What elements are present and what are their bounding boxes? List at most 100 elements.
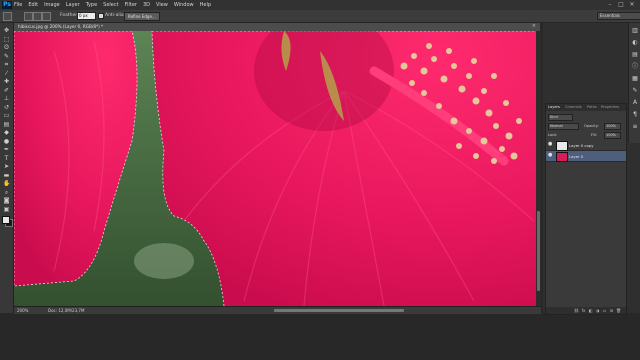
menu-filter[interactable]: Filter xyxy=(125,2,137,8)
layers-panel: Layers Channels Paths Properties Kind No… xyxy=(545,103,627,315)
layer-comps-icon[interactable]: ≡ xyxy=(631,123,639,131)
blur-icon[interactable]: ◆ xyxy=(3,129,10,136)
tab-channels[interactable]: Channels xyxy=(565,105,582,109)
move-icon[interactable]: ✥ xyxy=(3,27,10,34)
eraser-icon-glyph: ▭ xyxy=(3,112,10,119)
subtract-selection-icon[interactable] xyxy=(42,12,51,21)
new-selection-icon[interactable] xyxy=(24,12,33,21)
add-mask-icon[interactable]: ◧ xyxy=(588,308,593,313)
menu-window[interactable]: Window xyxy=(174,2,194,8)
path-select-icon[interactable]: ➤ xyxy=(3,163,10,170)
workspace-dropdown[interactable]: Essentials xyxy=(597,12,640,20)
menu-image[interactable]: Image xyxy=(44,2,60,8)
layer-filter-dropdown[interactable]: Kind xyxy=(548,114,573,121)
horizontal-scroll-thumb[interactable] xyxy=(274,309,404,312)
screen-mode-icon-glyph: ▣ xyxy=(3,205,10,213)
quick-select-icon[interactable]: ✎ xyxy=(3,53,10,60)
crop-icon-glyph: ⌗ xyxy=(4,61,9,68)
brush-panel-icon[interactable]: ✎ xyxy=(631,87,639,95)
visibility-eye-icon[interactable]: ● xyxy=(548,153,553,158)
layer-name: Layer 0 xyxy=(569,154,584,159)
history-brush-icon-glyph: ↺ xyxy=(3,103,10,111)
tab-properties[interactable]: Properties xyxy=(601,105,619,109)
new-group-icon[interactable]: ▭ xyxy=(602,308,607,313)
character-icon[interactable]: A xyxy=(631,99,639,107)
tab-paths[interactable]: Paths xyxy=(587,105,597,109)
brush-icon[interactable]: ✐ xyxy=(3,87,10,94)
gradient-icon[interactable]: ▤ xyxy=(3,121,10,128)
close-tab-icon[interactable]: × xyxy=(532,23,536,29)
history-brush-icon[interactable]: ↺ xyxy=(3,104,10,111)
eraser-icon[interactable]: ▭ xyxy=(3,112,10,119)
options-bar: Feather: 0 px Anti-alias Refine Edge... … xyxy=(0,10,640,23)
eyedropper-icon[interactable]: ⁄ xyxy=(3,70,10,77)
quick-mask-icon-glyph: ◙ xyxy=(3,197,10,204)
marquee-icon-glyph: ⬚ xyxy=(3,35,10,43)
link-layers-icon[interactable]: ⛓ xyxy=(574,308,579,313)
zoom-icon-glyph: ⌕ xyxy=(4,188,9,196)
document-title: hibiscus.jpg @ 200% (Layer 0, RGB/8*) * xyxy=(18,24,104,29)
swatches-icon[interactable]: ▤ xyxy=(631,51,639,59)
zoom-level[interactable]: 200% xyxy=(17,308,28,313)
quick-mask-icon[interactable]: ◙ xyxy=(3,197,10,204)
crop-icon[interactable]: ⌗ xyxy=(3,61,10,68)
tab-layers[interactable]: Layers xyxy=(548,105,560,109)
hibiscus-image xyxy=(14,31,536,306)
vertical-scroll-thumb[interactable] xyxy=(537,211,540,291)
adjustment-layer-icon[interactable]: ◑ xyxy=(595,308,600,313)
menu-file[interactable]: File xyxy=(14,2,22,8)
menu-edit[interactable]: Edit xyxy=(28,2,38,8)
menu-help[interactable]: Help xyxy=(200,2,211,8)
shape-icon[interactable]: ▬ xyxy=(3,172,10,179)
refine-edge-button[interactable]: Refine Edge... xyxy=(124,12,160,21)
menu-3d[interactable]: 3D xyxy=(143,2,150,8)
feather-input[interactable]: 0 px xyxy=(77,12,96,20)
anti-alias-checkbox[interactable] xyxy=(98,13,104,19)
fill-input[interactable]: 100% xyxy=(604,132,621,139)
minimize-icon[interactable]: – xyxy=(606,1,614,8)
blend-mode-dropdown[interactable]: Normal xyxy=(548,123,579,130)
tool-preset-icon[interactable] xyxy=(3,12,12,21)
hand-icon[interactable]: ✋ xyxy=(3,180,10,187)
layer-style-icon[interactable]: fx xyxy=(581,308,586,313)
lasso-icon[interactable]: ʘ xyxy=(3,44,10,51)
shape-icon-glyph: ▬ xyxy=(3,171,10,179)
type-icon[interactable]: T xyxy=(3,155,10,162)
history-icon[interactable]: ▥ xyxy=(631,27,639,35)
collapsed-panel-icons: ▥ ◐ ▤ ⓘ ▦ ✎ A ¶ ≡ xyxy=(628,23,640,143)
visibility-eye-icon[interactable]: ● xyxy=(548,142,553,147)
layer-row-layer-0-copy[interactable]: ● Layer 0 copy xyxy=(546,140,626,151)
opacity-input[interactable]: 100% xyxy=(604,123,621,130)
layers-panel-tabs: Layers Channels Paths Properties xyxy=(546,104,626,111)
maximize-icon[interactable]: □ xyxy=(617,1,625,8)
menu-select[interactable]: Select xyxy=(103,2,118,8)
clone-stamp-icon-glyph: ⊥ xyxy=(3,95,10,102)
color-icon[interactable]: ◐ xyxy=(631,39,639,47)
marquee-icon[interactable]: ⬚ xyxy=(3,36,10,43)
delete-layer-icon[interactable]: 🗑 xyxy=(616,308,621,313)
hand-icon-glyph: ✋ xyxy=(3,180,11,187)
status-bar: 200% Doc: 12,0M/23,7M xyxy=(14,306,541,314)
adjustments-icon[interactable]: ▦ xyxy=(631,75,639,83)
pen-icon-glyph: ✒ xyxy=(3,146,10,153)
blur-icon-glyph: ◆ xyxy=(4,129,9,136)
foreground-color-swatch[interactable] xyxy=(2,216,10,224)
menu-layer[interactable]: Layer xyxy=(66,2,80,8)
opacity-label: Opacity: xyxy=(584,124,599,128)
vertical-scrollbar[interactable] xyxy=(536,31,541,306)
close-window-icon[interactable]: ✕ xyxy=(628,1,636,8)
paragraph-icon[interactable]: ¶ xyxy=(631,111,639,119)
menu-type[interactable]: Type xyxy=(86,2,97,8)
clone-stamp-icon[interactable]: ⊥ xyxy=(3,95,10,102)
info-icon[interactable]: ⓘ xyxy=(631,63,639,71)
dodge-icon[interactable]: ● xyxy=(3,138,10,145)
pen-icon[interactable]: ✒ xyxy=(3,146,10,153)
layer-row-layer-0[interactable]: ● Layer 0 xyxy=(546,151,626,162)
zoom-icon[interactable]: ⌕ xyxy=(3,189,10,196)
healing-icon[interactable]: ✚ xyxy=(3,78,10,85)
add-selection-icon[interactable] xyxy=(33,12,42,21)
menu-view[interactable]: View xyxy=(156,2,168,8)
document-canvas[interactable] xyxy=(14,31,536,306)
screen-mode-icon[interactable]: ▣ xyxy=(3,206,10,213)
new-layer-icon[interactable]: ⊞ xyxy=(609,308,614,313)
